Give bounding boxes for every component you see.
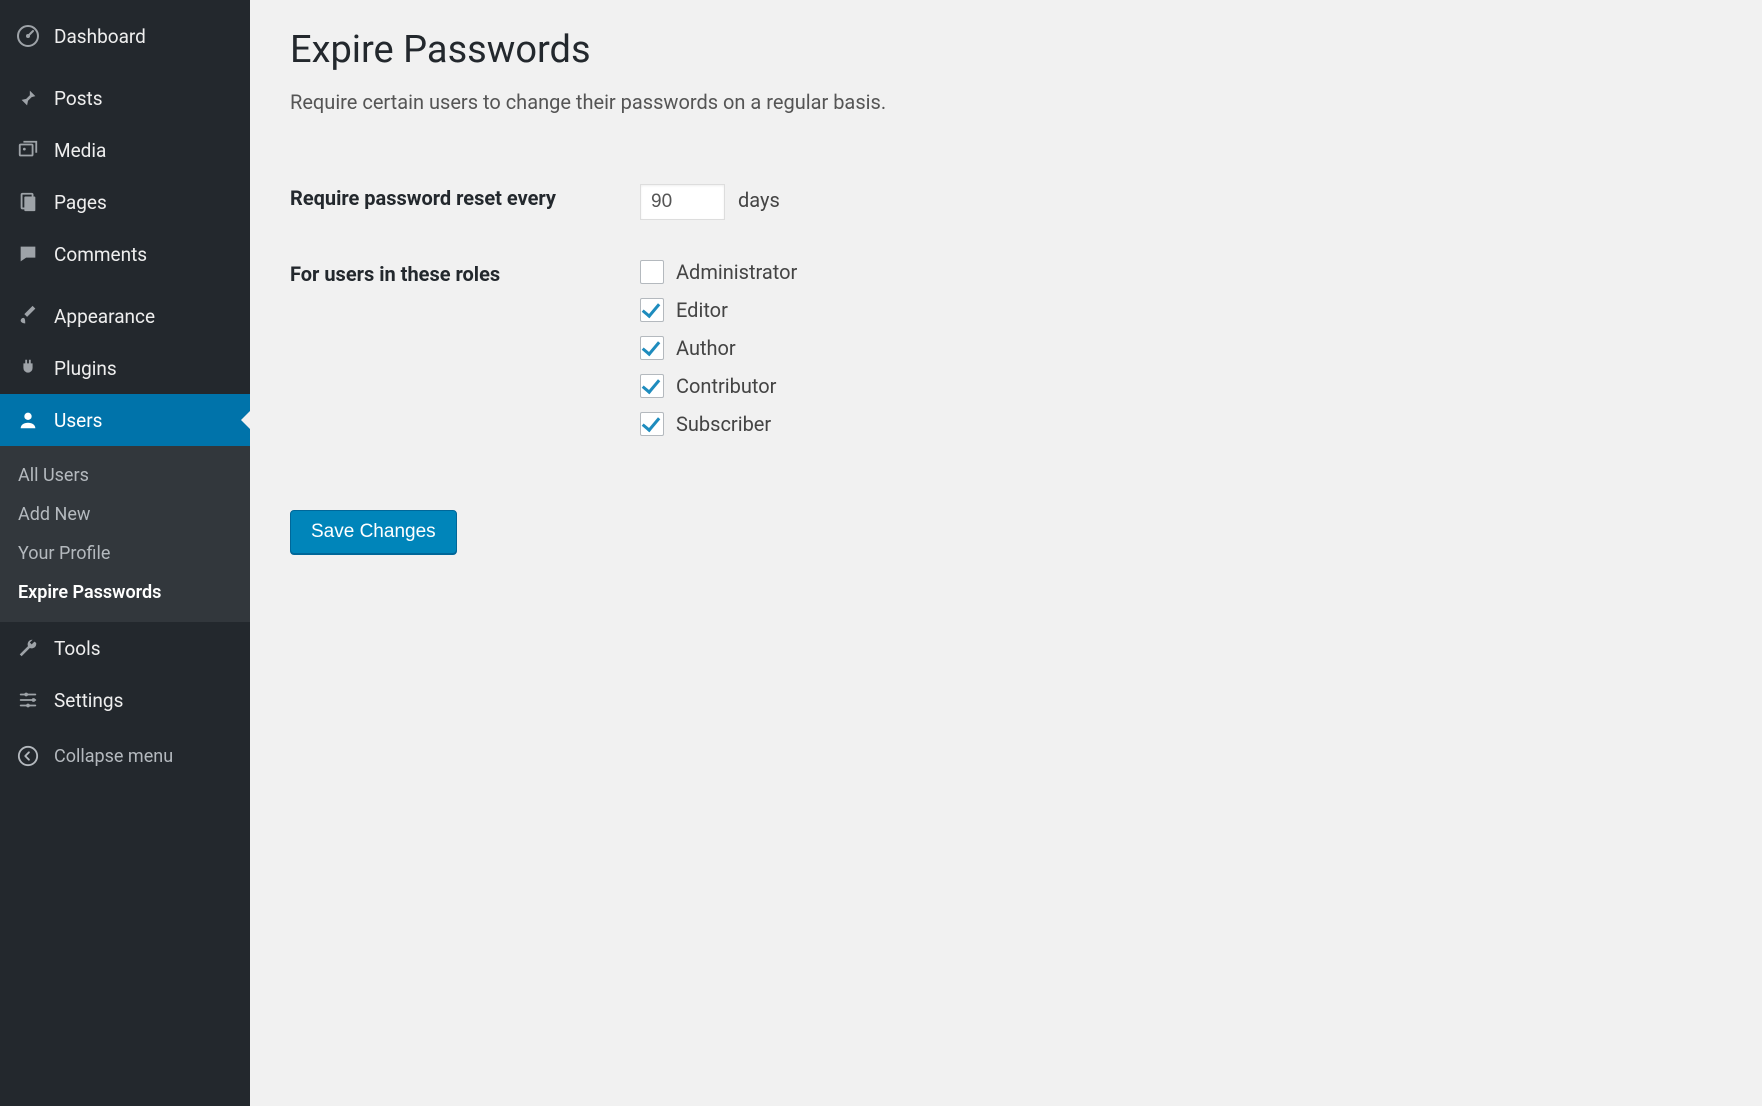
wrench-icon [14,634,42,662]
sidebar-label: Posts [54,87,103,110]
sidebar-label: Users [54,409,102,432]
pin-icon [14,84,42,112]
roles-label: For users in these roles [290,240,630,470]
media-icon [14,136,42,164]
reset-interval-label: Require password reset every [290,164,630,240]
role-name: Author [676,336,736,360]
sidebar-label: Plugins [54,357,117,380]
submenu-add-new[interactable]: Add New [0,495,250,534]
sidebar-item-media[interactable]: Media [0,124,250,176]
page-title: Expire Passwords [290,28,1722,72]
sliders-icon [14,686,42,714]
role-row-author: Author [640,336,797,360]
sidebar-label: Dashboard [54,25,146,48]
role-name: Editor [676,298,728,322]
reset-unit: days [738,188,780,212]
role-checkbox-administrator[interactable] [640,260,664,284]
sidebar-item-dashboard[interactable]: Dashboard [0,10,250,62]
settings-form: Require password reset every days For us… [290,164,807,470]
users-submenu: All Users Add New Your Profile Expire Pa… [0,446,250,622]
sidebar-label: Comments [54,243,147,266]
collapse-menu[interactable]: Collapse menu [0,730,250,782]
sidebar-label: Tools [54,637,101,660]
brush-icon [14,302,42,330]
collapse-label: Collapse menu [54,746,173,767]
sidebar-item-settings[interactable]: Settings [0,674,250,726]
pages-icon [14,188,42,216]
reset-days-input[interactable] [640,184,725,220]
role-row-administrator: Administrator [640,260,797,284]
role-row-subscriber: Subscriber [640,412,797,436]
comment-icon [14,240,42,268]
page-description: Require certain users to change their pa… [290,90,1722,114]
role-name: Administrator [676,260,797,284]
user-icon [14,406,42,434]
sidebar-label: Settings [54,689,123,712]
save-changes-button[interactable]: Save Changes [290,510,457,554]
admin-sidebar: Dashboard Posts Media Pages Comments App… [0,0,250,1106]
role-row-contributor: Contributor [640,374,797,398]
sidebar-item-plugins[interactable]: Plugins [0,342,250,394]
role-name: Subscriber [676,412,771,436]
role-row-editor: Editor [640,298,797,322]
dashboard-icon [14,22,42,50]
role-checkbox-contributor[interactable] [640,374,664,398]
submenu-all-users[interactable]: All Users [0,456,250,495]
collapse-icon [14,742,42,770]
role-checkbox-author[interactable] [640,336,664,360]
submenu-expire-passwords[interactable]: Expire Passwords [0,573,250,612]
sidebar-item-appearance[interactable]: Appearance [0,290,250,342]
sidebar-label: Media [54,139,106,162]
plug-icon [14,354,42,382]
submenu-your-profile[interactable]: Your Profile [0,534,250,573]
sidebar-item-tools[interactable]: Tools [0,622,250,674]
sidebar-item-comments[interactable]: Comments [0,228,250,280]
sidebar-item-users[interactable]: Users [0,394,250,446]
sidebar-label: Appearance [54,305,155,328]
role-checkbox-subscriber[interactable] [640,412,664,436]
sidebar-item-pages[interactable]: Pages [0,176,250,228]
role-name: Contributor [676,374,776,398]
main-content: Expire Passwords Require certain users t… [250,0,1762,1106]
sidebar-item-posts[interactable]: Posts [0,72,250,124]
sidebar-label: Pages [54,191,107,214]
role-checkbox-editor[interactable] [640,298,664,322]
